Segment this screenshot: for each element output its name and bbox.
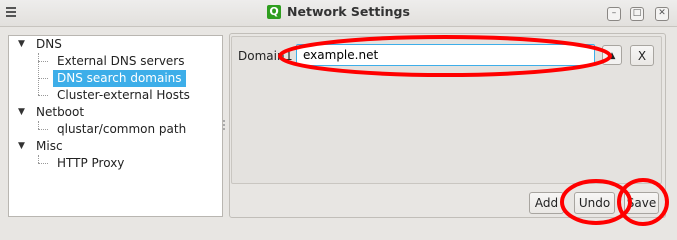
domain-label: Domain	[238, 49, 285, 63]
title-bar: Q Network Settings – □ ✕	[0, 0, 677, 27]
add-button[interactable]: Add	[529, 192, 564, 214]
window-title: Network Settings	[287, 4, 410, 19]
domain-index: 1	[285, 49, 293, 63]
expand-caret-icon[interactable]: ▼	[18, 39, 25, 49]
tree-item-qlustar-common-path[interactable]: qlustar/common path	[57, 121, 186, 138]
tree-branch-line	[38, 121, 39, 129]
move-up-button[interactable]: ▲	[602, 45, 622, 65]
settings-tree[interactable]: ▼ DNS External DNS servers DNS search do…	[8, 35, 223, 217]
expand-caret-icon[interactable]: ▼	[18, 141, 25, 151]
save-button[interactable]: Save	[624, 192, 659, 214]
maximize-button[interactable]: □	[630, 7, 644, 21]
tree-item-dns-search-domains[interactable]: DNS search domains	[53, 70, 186, 87]
tree-item-misc[interactable]: Misc	[36, 138, 63, 155]
expand-caret-icon[interactable]: ▼	[18, 107, 25, 117]
minimize-button[interactable]: –	[607, 7, 621, 21]
tree-item-external-dns-servers[interactable]: External DNS servers	[57, 53, 185, 70]
tree-branch-line	[38, 53, 39, 95]
remove-domain-button[interactable]: X	[630, 45, 654, 66]
domain-input[interactable]	[296, 44, 595, 66]
tree-item-netboot[interactable]: Netboot	[36, 104, 84, 121]
tree-item-dns[interactable]: DNS	[36, 36, 62, 53]
close-button[interactable]: ✕	[655, 7, 669, 21]
undo-button[interactable]: Undo	[574, 192, 615, 214]
chevron-up-icon: ▲	[608, 51, 616, 61]
tree-item-http-proxy[interactable]: HTTP Proxy	[57, 155, 124, 172]
app-icon: Q	[267, 4, 282, 19]
tree-branch-line	[38, 155, 39, 163]
tree-item-cluster-external-hosts[interactable]: Cluster-external Hosts	[57, 87, 190, 104]
splitter-handle[interactable]	[223, 120, 225, 134]
